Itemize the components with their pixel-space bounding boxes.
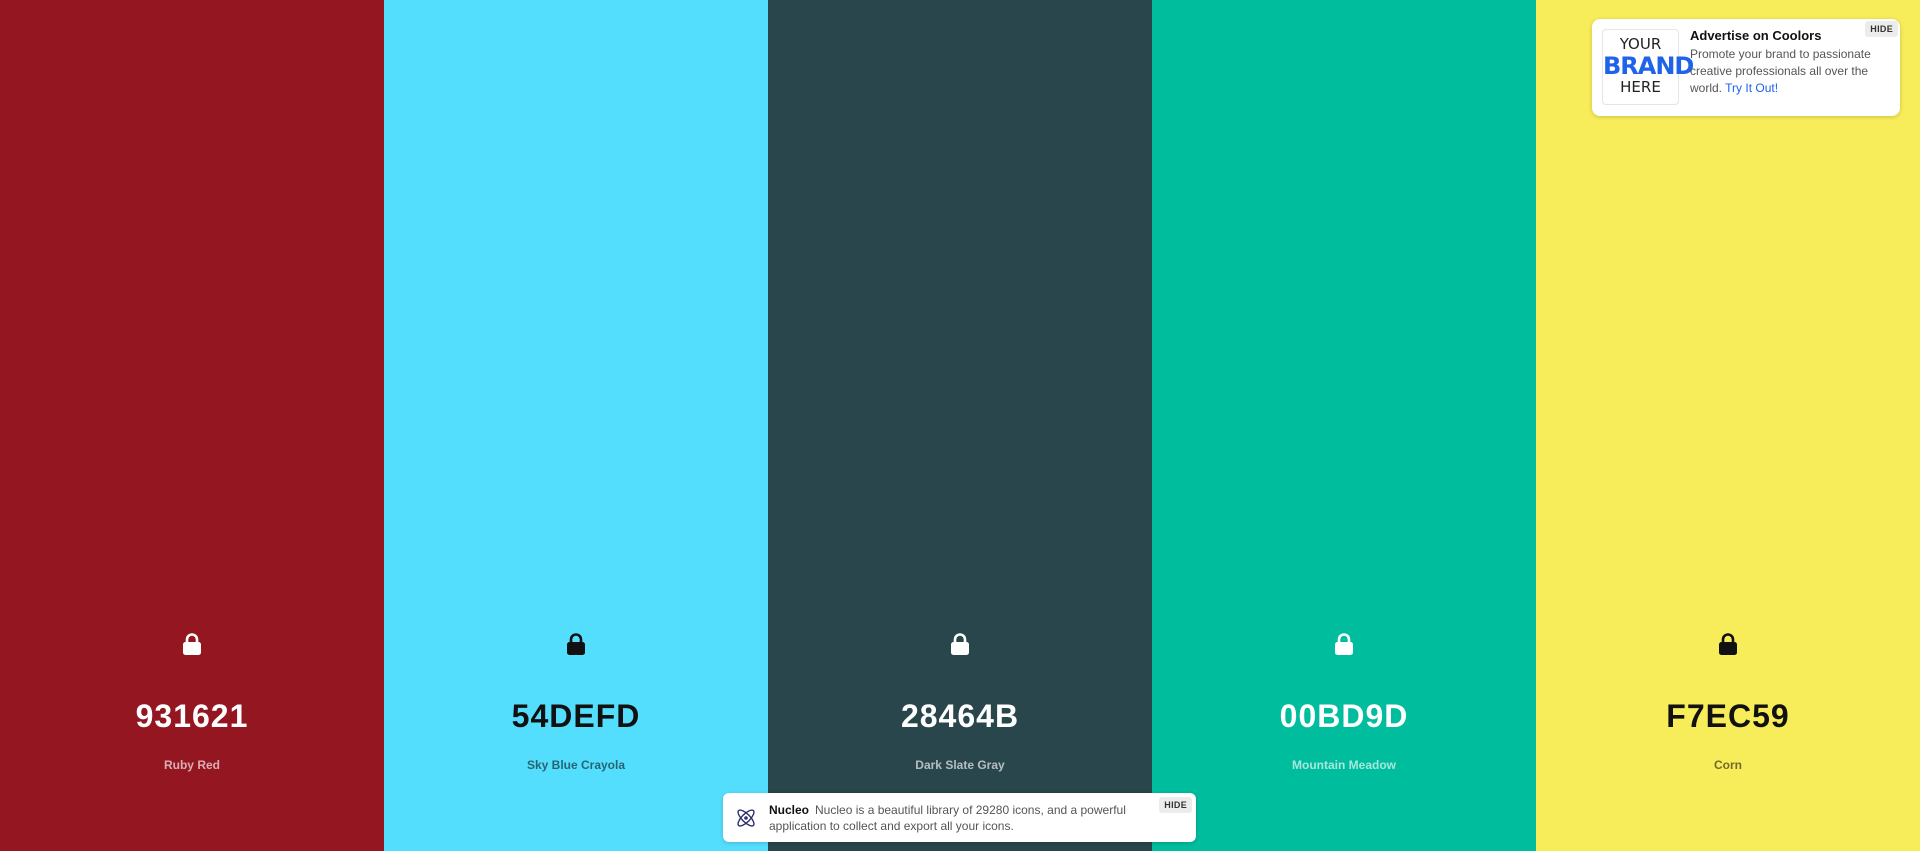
brand-line-2: BRAND [1603,52,1694,80]
ad-title: Advertise on Coolors [1690,28,1822,43]
color-hex[interactable]: 28464B [768,698,1152,735]
color-hex[interactable]: 54DEFD [384,698,768,735]
ad-body-text: Promote your brand to passionate creativ… [1690,47,1871,95]
lock-icon[interactable] [182,632,202,656]
color-column-2[interactable]: 54DEFD Sky Blue Crayola [384,0,768,851]
try-it-out-link[interactable]: Try It Out! [1725,81,1778,95]
lock-icon[interactable] [1334,632,1354,656]
brand-line-3: HERE [1620,78,1661,96]
color-column-5[interactable]: F7EC59 Corn [1536,0,1920,851]
color-hex[interactable]: 00BD9D [1152,698,1536,735]
ad-body: Promote your brand to passionate creativ… [1690,46,1890,97]
color-name[interactable]: Dark Slate Gray [768,758,1152,772]
ad-content: Advertise on Coolors Promote your brand … [1690,28,1890,97]
hide-ad-button[interactable]: HIDE [1865,21,1898,37]
color-name[interactable]: Corn [1536,758,1920,772]
palette: 931621 Ruby Red 54DEFD Sky Blue Crayola … [0,0,1920,851]
lock-icon[interactable] [950,632,970,656]
color-hex[interactable]: 931621 [0,698,384,735]
color-column-1[interactable]: 931621 Ruby Red [0,0,384,851]
brand-placeholder-logo: YOUR BRAND HERE [1602,29,1694,105]
color-name[interactable]: Ruby Red [0,758,384,772]
lock-icon[interactable] [1718,632,1738,656]
color-column-4[interactable]: 00BD9D Mountain Meadow [1152,0,1536,851]
nucleo-promo-banner[interactable]: Nucleo Nucleo is a beautiful library of 2… [723,793,1196,842]
promo-title: Nucleo [769,803,810,817]
color-hex[interactable]: F7EC59 [1536,698,1920,735]
hide-promo-button[interactable]: HIDE [1159,797,1192,813]
nucleo-atom-icon [734,806,758,830]
advertise-card[interactable]: YOUR BRAND HERE Advertise on Coolors Pro… [1592,19,1900,116]
brand-line-1: YOUR [1619,35,1662,53]
promo-text: Nucleo Nucleo is a beautiful library of 2… [769,802,1149,834]
lock-icon[interactable] [566,632,586,656]
color-name[interactable]: Sky Blue Crayola [384,758,768,772]
promo-body: Nucleo is a beautiful library of 29280 i… [769,803,1126,833]
color-name[interactable]: Mountain Meadow [1152,758,1536,772]
color-column-3[interactable]: 28464B Dark Slate Gray [768,0,1152,851]
